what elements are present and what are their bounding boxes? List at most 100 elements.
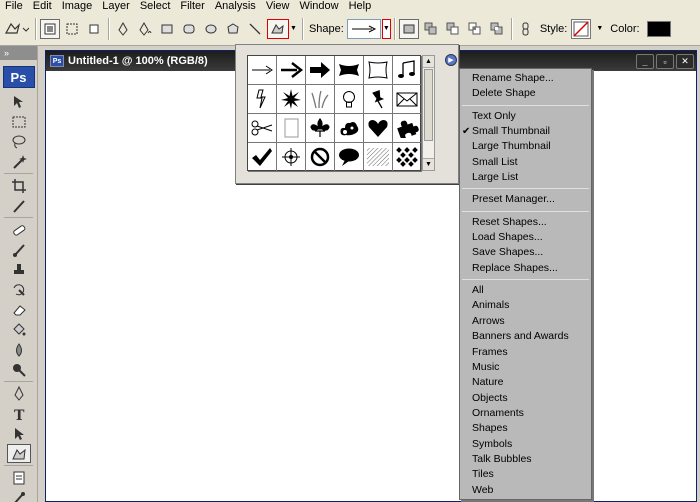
tool-preset-picker[interactable] xyxy=(1,19,31,39)
menu-item-arrows[interactable]: Arrows xyxy=(460,314,591,329)
menu-item-animals[interactable]: Animals xyxy=(460,298,591,313)
minimize-button[interactable]: _ xyxy=(636,54,654,69)
menu-item-load-shapes[interactable]: Load Shapes... xyxy=(460,230,591,245)
style-picker[interactable] xyxy=(571,18,592,39)
menu-item-shapes[interactable]: Shapes xyxy=(460,421,591,436)
crop-tool[interactable] xyxy=(7,176,31,195)
shape-dropdown-button[interactable]: ▼ xyxy=(381,18,391,39)
menu-image[interactable]: Image xyxy=(57,0,98,12)
shape-diagonal-tile[interactable] xyxy=(364,143,393,172)
menu-item-rename-shape[interactable]: Rename Shape... xyxy=(460,71,591,86)
color-swatch[interactable] xyxy=(646,20,671,37)
lasso-tool[interactable] xyxy=(7,132,31,151)
shape-puzzle-piece[interactable] xyxy=(393,114,422,143)
link-layer-button[interactable] xyxy=(516,19,536,39)
subtract-shape-button[interactable] xyxy=(443,19,463,39)
picker-menu-button[interactable]: ▶ xyxy=(445,54,457,66)
chevron-down-icon[interactable]: ▼ xyxy=(290,25,297,32)
shape-banner[interactable] xyxy=(335,56,364,85)
menu-item-talk-bubbles[interactable]: Talk Bubbles xyxy=(460,452,591,467)
exclude-shape-button[interactable] xyxy=(487,19,507,39)
shape-heart[interactable] xyxy=(364,114,393,143)
new-shape-layer-button[interactable] xyxy=(398,18,419,39)
custom-shape-tool[interactable] xyxy=(6,444,31,463)
menu-item-music[interactable]: Music xyxy=(460,360,591,375)
shape-blank-page[interactable] xyxy=(277,114,306,143)
shape-no-sign[interactable] xyxy=(306,143,335,172)
shape-fleur-de-lis[interactable] xyxy=(306,114,335,143)
menu-view[interactable]: View xyxy=(261,0,295,12)
shape-arrow-thin[interactable] xyxy=(248,56,277,85)
scroll-down-button[interactable]: ▼ xyxy=(423,158,434,170)
menu-item-small-list[interactable]: Small List xyxy=(460,155,591,170)
intersect-shape-button[interactable] xyxy=(465,19,485,39)
menu-item-preset-manager[interactable]: Preset Manager... xyxy=(460,192,591,207)
path-selection-tool[interactable] xyxy=(7,424,31,443)
fill-pixels-button[interactable] xyxy=(84,19,104,39)
shape-speech-bubble[interactable] xyxy=(335,143,364,172)
custom-shape-tool-button[interactable] xyxy=(267,18,289,39)
menu-item-large-thumbnail[interactable]: Large Thumbnail xyxy=(460,139,591,154)
shape-pushpin[interactable] xyxy=(364,85,393,114)
freeform-pen-button[interactable] xyxy=(135,19,155,39)
shape-grass[interactable] xyxy=(306,85,335,114)
notes-tool[interactable] xyxy=(7,468,31,487)
brush-tool[interactable] xyxy=(7,240,31,259)
type-tool[interactable]: T xyxy=(7,404,31,423)
menu-help[interactable]: Help xyxy=(344,0,377,12)
menu-item-delete-shape[interactable]: Delete Shape xyxy=(460,86,591,101)
shape-light-bulb[interactable] xyxy=(335,85,364,114)
menu-item-nature[interactable]: Nature xyxy=(460,375,591,390)
dodge-tool[interactable] xyxy=(7,360,31,379)
shape-envelope[interactable] xyxy=(393,85,422,114)
shape-preview[interactable] xyxy=(346,18,381,39)
marquee-tool[interactable] xyxy=(7,112,31,131)
menu-item-symbols[interactable]: Symbols xyxy=(460,437,591,452)
menu-window[interactable]: Window xyxy=(294,0,343,12)
ellipse-tool-button[interactable] xyxy=(201,19,221,39)
paths-button[interactable] xyxy=(62,19,82,39)
healing-brush-tool[interactable] xyxy=(7,220,31,239)
menu-item-reset-shapes[interactable]: Reset Shapes... xyxy=(460,215,591,230)
shape-ornament[interactable] xyxy=(335,114,364,143)
move-tool[interactable] xyxy=(7,92,31,111)
shape-lightning[interactable] xyxy=(248,85,277,114)
menu-file[interactable]: File xyxy=(0,0,28,12)
rounded-rectangle-button[interactable] xyxy=(179,19,199,39)
shape-target[interactable] xyxy=(277,143,306,172)
menu-analysis[interactable]: Analysis xyxy=(210,0,261,12)
eyedropper-tool[interactable] xyxy=(7,488,31,502)
menu-item-web[interactable]: Web xyxy=(460,483,591,498)
menu-item-save-shapes[interactable]: Save Shapes... xyxy=(460,245,591,260)
shape-layers-button[interactable] xyxy=(40,18,60,39)
menu-item-replace-shapes[interactable]: Replace Shapes... xyxy=(460,261,591,276)
paint-bucket-tool[interactable] xyxy=(7,320,31,339)
rectangle-tool-button[interactable] xyxy=(157,19,177,39)
menu-item-ornaments[interactable]: Ornaments xyxy=(460,406,591,421)
line-tool-button[interactable] xyxy=(245,19,265,39)
shape-music-note[interactable] xyxy=(393,56,422,85)
blur-tool[interactable] xyxy=(7,340,31,359)
menu-select[interactable]: Select xyxy=(135,0,176,12)
menu-item-frames[interactable]: Frames xyxy=(460,345,591,360)
menu-item-banners-and-awards[interactable]: Banners and Awards xyxy=(460,329,591,344)
menu-item-large-list[interactable]: Large List xyxy=(460,170,591,185)
shape-checkmark[interactable] xyxy=(248,143,277,172)
menu-edit[interactable]: Edit xyxy=(28,0,57,12)
clone-stamp-tool[interactable] xyxy=(7,260,31,279)
polygon-tool-button[interactable] xyxy=(223,19,243,39)
shape-frame[interactable] xyxy=(364,56,393,85)
shape-grid-scrollbar[interactable]: ▲ ▼ xyxy=(422,55,435,171)
ps-logo[interactable]: Ps xyxy=(2,66,35,88)
slice-tool[interactable] xyxy=(7,196,31,215)
scroll-thumb[interactable] xyxy=(424,69,433,141)
menu-item-all[interactable]: All xyxy=(460,283,591,298)
menu-item-text-only[interactable]: Text Only xyxy=(460,109,591,124)
toolbox-grip[interactable]: » xyxy=(0,46,37,60)
eraser-tool[interactable] xyxy=(7,300,31,319)
magic-wand-tool[interactable] xyxy=(7,152,31,171)
maximize-button[interactable]: ▫ xyxy=(656,54,674,69)
menu-item-small-thumbnail[interactable]: ✔ Small Thumbnail xyxy=(460,124,591,139)
menu-item-objects[interactable]: Objects xyxy=(460,391,591,406)
menu-layer[interactable]: Layer xyxy=(97,0,135,12)
